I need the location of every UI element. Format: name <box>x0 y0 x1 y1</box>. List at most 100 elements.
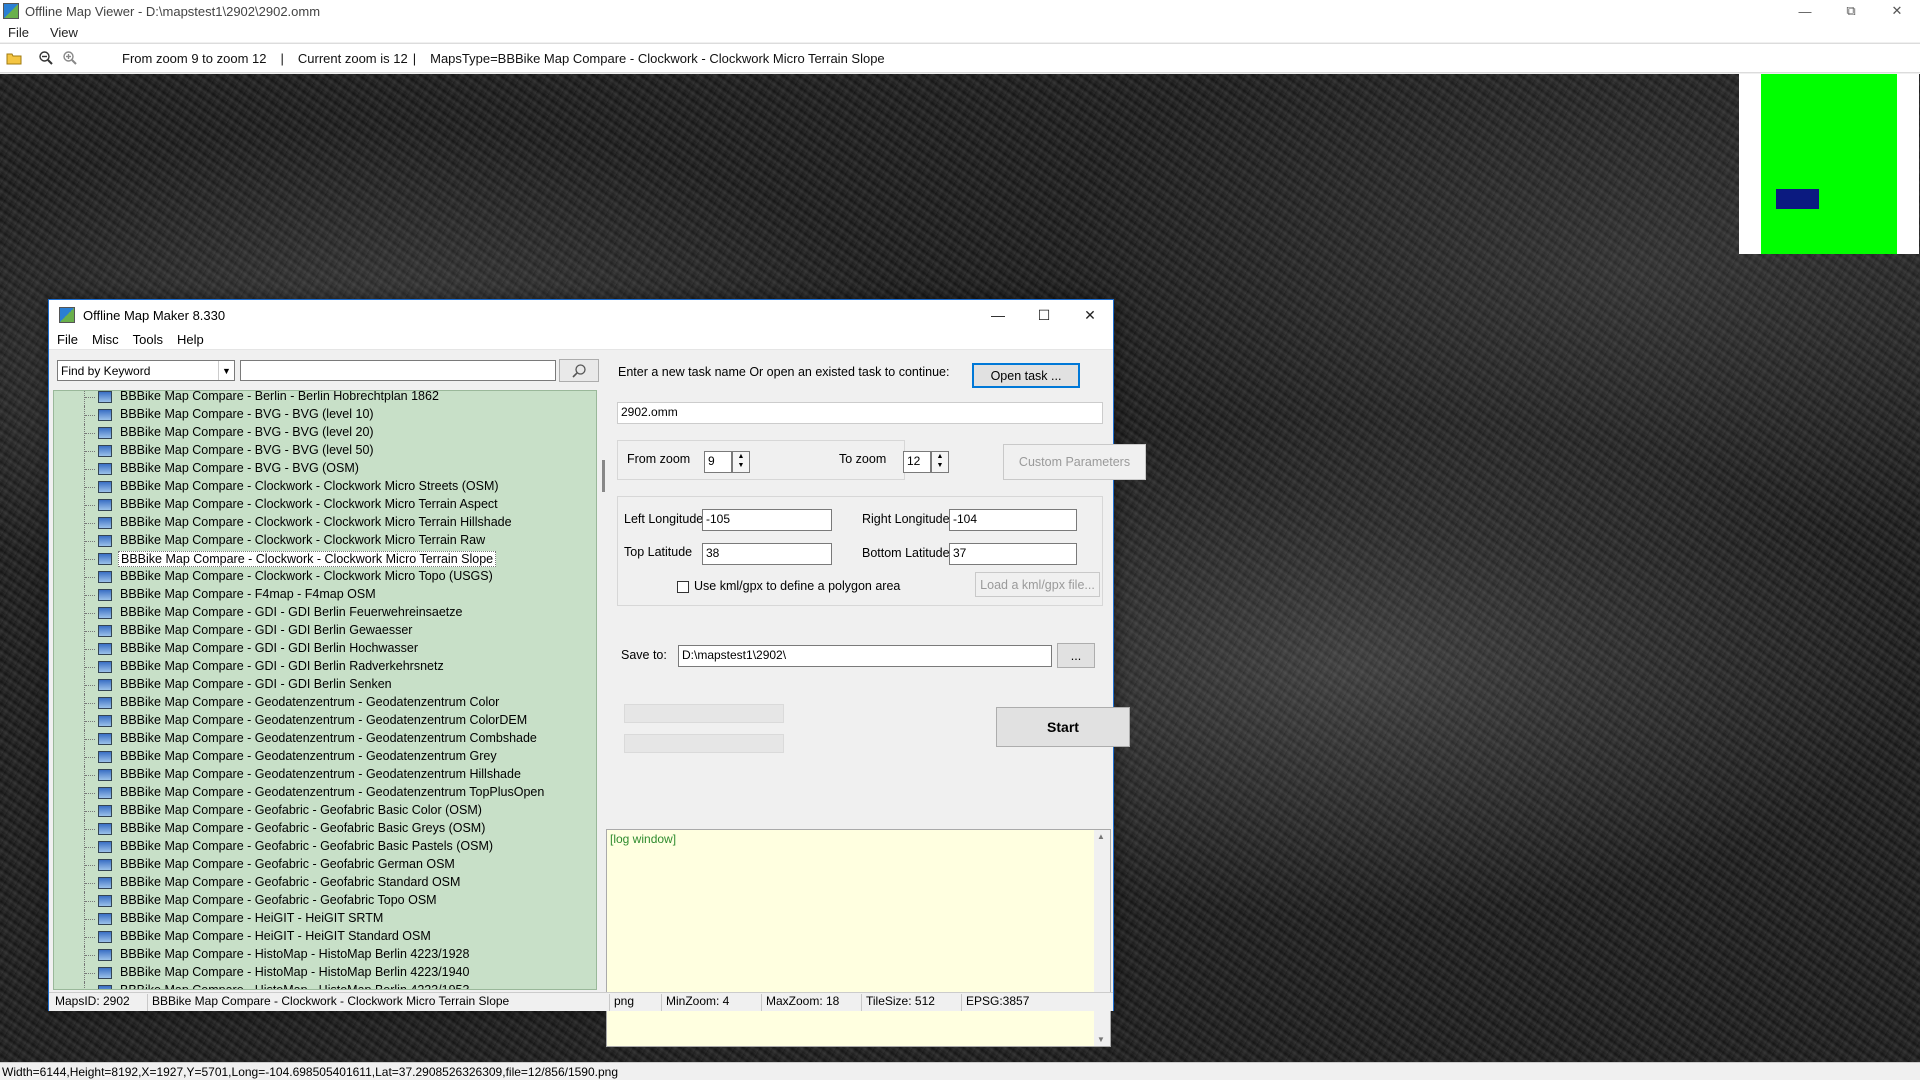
chevron-down-icon[interactable]: ▼ <box>218 361 234 380</box>
close-icon[interactable]: ✕ <box>1067 300 1113 330</box>
overview-viewport-marker[interactable] <box>1776 189 1819 209</box>
tree-connector <box>84 532 98 550</box>
menu-file[interactable]: File <box>4 25 33 40</box>
list-item[interactable]: BBBike Map Compare - GDI - GDI Berlin Ra… <box>54 658 596 676</box>
list-item-label: BBBike Map Compare - Geofabric - Geofabr… <box>120 875 461 889</box>
restore-icon[interactable]: ⧉ <box>1828 0 1874 22</box>
list-item[interactable]: BBBike Map Compare - Geofabric - Geofabr… <box>54 820 596 838</box>
zoom-in-icon[interactable] <box>60 48 80 68</box>
save-to-field[interactable]: D:\mapstest1\2902\ <box>678 645 1052 667</box>
current-zoom-text: Current zoom is 12 <box>297 50 408 66</box>
list-item[interactable]: BBBike Map Compare - HeiGIT - HeiGIT SRT… <box>54 910 596 928</box>
to-zoom-stepper[interactable]: ▲ ▼ <box>931 451 949 473</box>
top-latitude-field[interactable]: 38 <box>702 543 832 565</box>
open-folder-icon[interactable] <box>4 48 24 68</box>
zoom-range-text: From zoom 9 to zoom 12 <box>122 50 267 66</box>
list-item[interactable]: BBBike Map Compare - HeiGIT - HeiGIT Sta… <box>54 928 596 946</box>
menu-misc[interactable]: Misc <box>90 332 121 347</box>
search-icon <box>572 363 586 378</box>
open-task-button[interactable]: Open task ... <box>972 363 1080 388</box>
tree-connector <box>84 838 98 856</box>
close-icon[interactable]: ✕ <box>1874 0 1920 22</box>
list-item[interactable]: BBBike Map Compare - HistoMap - HistoMap… <box>54 946 596 964</box>
map-icon <box>98 859 112 871</box>
menu-file[interactable]: File <box>55 332 80 347</box>
zoom-out-icon[interactable] <box>36 48 56 68</box>
list-item[interactable]: BBBike Map Compare - Berlin - Berlin Hob… <box>54 391 596 406</box>
menu-help[interactable]: Help <box>175 332 206 347</box>
start-button[interactable]: Start <box>996 707 1130 747</box>
minimize-icon[interactable]: — <box>975 300 1021 330</box>
list-item[interactable]: BBBike Map Compare - GDI - GDI Berlin Fe… <box>54 604 596 622</box>
log-window[interactable]: [log window] ▲ ▼ <box>606 829 1111 1047</box>
viewer-titlebar: Offline Map Viewer - D:\mapstest1\2902\2… <box>0 0 1920 22</box>
list-item[interactable]: BBBike Map Compare - Geodatenzentrum - G… <box>54 766 596 784</box>
maximize-icon[interactable]: ☐ <box>1021 300 1067 330</box>
to-zoom-label: To zoom <box>839 452 887 466</box>
left-longitude-field[interactable]: -105 <box>702 509 832 531</box>
bottom-latitude-field[interactable]: 37 <box>949 543 1077 565</box>
search-mode-select[interactable]: Find by Keyword ▼ <box>57 360 235 381</box>
menu-tools[interactable]: Tools <box>131 332 165 347</box>
list-item[interactable]: BBBike Map Compare - GDI - GDI Berlin Ho… <box>54 640 596 658</box>
list-item[interactable]: BBBike Map Compare - Clockwork - Clockwo… <box>54 532 596 550</box>
list-item[interactable]: BBBike Map Compare - BVG - BVG (level 20… <box>54 424 596 442</box>
list-item[interactable]: BBBike Map Compare - Clockwork - Clockwo… <box>54 496 596 514</box>
list-item[interactable]: BBBike Map Compare - Geodatenzentrum - G… <box>54 712 596 730</box>
list-item[interactable]: BBBike Map Compare - Geofabric - Geofabr… <box>54 892 596 910</box>
to-zoom-field[interactable]: 12 <box>903 451 931 473</box>
map-icon <box>98 625 112 637</box>
custom-parameters-button[interactable]: Custom Parameters <box>1003 444 1146 480</box>
task-name-field[interactable]: 2902.omm <box>617 402 1103 424</box>
map-icon <box>98 967 112 979</box>
scroll-up-icon[interactable]: ▲ <box>1097 832 1105 841</box>
menu-view[interactable]: View <box>46 25 82 40</box>
status-min-zoom: MinZoom: 4 <box>661 994 729 1011</box>
kml-checkbox[interactable] <box>677 581 689 593</box>
scrollbar-thumb[interactable] <box>602 460 605 492</box>
list-item[interactable]: BBBike Map Compare - BVG - BVG (level 10… <box>54 406 596 424</box>
list-item[interactable]: BBBike Map Compare - Clockwork - Clockwo… <box>54 550 596 568</box>
list-item[interactable]: BBBike Map Compare - Geodatenzentrum - G… <box>54 694 596 712</box>
right-longitude-field[interactable]: -104 <box>949 509 1077 531</box>
list-item[interactable]: BBBike Map Compare - GDI - GDI Berlin Se… <box>54 676 596 694</box>
search-button[interactable] <box>559 359 599 382</box>
list-item[interactable]: BBBike Map Compare - Geofabric - Geofabr… <box>54 856 596 874</box>
from-zoom-stepper[interactable]: ▲ ▼ <box>732 451 750 473</box>
list-item[interactable]: BBBike Map Compare - HistoMap - HistoMap… <box>54 982 596 989</box>
list-item[interactable]: BBBike Map Compare - Geodatenzentrum - G… <box>54 748 596 766</box>
list-item-label: BBBike Map Compare - BVG - BVG (level 10… <box>120 407 374 421</box>
list-item-label: BBBike Map Compare - Geodatenzentrum - G… <box>120 749 497 763</box>
list-item[interactable]: BBBike Map Compare - GDI - GDI Berlin Ge… <box>54 622 596 640</box>
list-item[interactable]: BBBike Map Compare - BVG - BVG (level 50… <box>54 442 596 460</box>
list-item[interactable]: BBBike Map Compare - Geofabric - Geofabr… <box>54 874 596 892</box>
list-item-label: BBBike Map Compare - Geodatenzentrum - G… <box>120 731 537 745</box>
map-type-list[interactable]: BBBike Map Compare - Berlin - Berlin Hob… <box>53 390 597 990</box>
list-item[interactable]: BBBike Map Compare - Clockwork - Clockwo… <box>54 568 596 586</box>
list-item[interactable]: BBBike Map Compare - HistoMap - HistoMap… <box>54 964 596 982</box>
load-kml-button[interactable]: Load a kml/gpx file... <box>975 572 1100 597</box>
search-input[interactable] <box>240 360 556 381</box>
tree-connector <box>84 892 98 910</box>
tree-connector <box>84 946 98 964</box>
list-item[interactable]: BBBike Map Compare - Geofabric - Geofabr… <box>54 838 596 856</box>
scroll-down-icon[interactable]: ▼ <box>1097 1035 1105 1044</box>
list-item[interactable]: BBBike Map Compare - Clockwork - Clockwo… <box>54 478 596 496</box>
list-item[interactable]: BBBike Map Compare - Clockwork - Clockwo… <box>54 514 596 532</box>
list-item[interactable]: BBBike Map Compare - BVG - BVG (OSM) <box>54 460 596 478</box>
list-item[interactable]: BBBike Map Compare - Geodatenzentrum - G… <box>54 730 596 748</box>
top-latitude-label: Top Latitude <box>624 545 693 559</box>
tree-connector <box>84 712 98 730</box>
minimize-icon[interactable]: — <box>1782 0 1828 22</box>
overview-minimap[interactable] <box>1739 74 1919 254</box>
log-scrollbar[interactable]: ▲ ▼ <box>1094 830 1110 1046</box>
right-longitude-label: Right Longitude <box>862 512 950 526</box>
browse-button[interactable]: ... <box>1057 643 1095 668</box>
viewer-window-controls: — ⧉ ✕ <box>1782 0 1920 22</box>
list-item[interactable]: BBBike Map Compare - F4map - F4map OSM <box>54 586 596 604</box>
list-item[interactable]: BBBike Map Compare - Geofabric - Geofabr… <box>54 802 596 820</box>
list-item[interactable]: BBBike Map Compare - Geodatenzentrum - G… <box>54 784 596 802</box>
from-zoom-field[interactable]: 9 <box>704 451 732 473</box>
viewer-title: Offline Map Viewer - D:\mapstest1\2902\2… <box>25 3 321 19</box>
tree-connector <box>84 514 98 532</box>
